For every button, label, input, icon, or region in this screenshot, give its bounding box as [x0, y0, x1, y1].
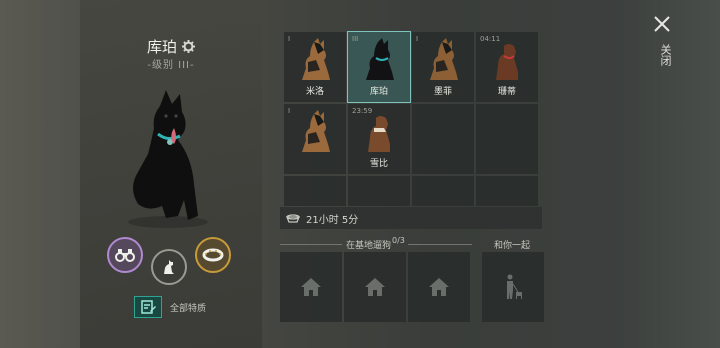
- dog-slot[interactable]: I 米洛: [284, 32, 346, 102]
- dog-slot-name: 墨菲: [433, 87, 452, 97]
- dog-slot[interactable]: 04:11 珊蒂: [476, 32, 538, 102]
- base-walk-label: 在基地遛狗: [346, 241, 392, 251]
- all-traits-row[interactable]: 全部特质: [134, 296, 206, 318]
- house-icon: [365, 278, 385, 296]
- dog-food-timer-bar: 21小时 5分: [280, 207, 542, 229]
- base-walk-count: 0/3: [392, 236, 405, 245]
- black-dog-icon: [366, 38, 394, 80]
- dog-command-button[interactable]: [151, 249, 187, 285]
- shepherd-dog-icon: [430, 38, 458, 80]
- dog-portrait: [128, 90, 208, 228]
- close-button[interactable]: [652, 14, 676, 38]
- base-walk-slot[interactable]: [344, 252, 406, 322]
- dog-slot-name: 米洛: [305, 87, 324, 97]
- document-edit-icon: [141, 300, 156, 314]
- brown-dog-icon: [368, 116, 390, 152]
- binoculars-icon: [115, 249, 135, 262]
- house-icon: [429, 278, 449, 296]
- dog-name-row: 库珀: [80, 36, 262, 57]
- close-label[interactable]: 关闭: [657, 44, 673, 66]
- binoculars-button[interactable]: [107, 237, 143, 273]
- house-icon: [301, 278, 321, 296]
- sitting-dog-icon: [164, 260, 174, 274]
- empty-dog-slot: [284, 176, 346, 206]
- dog-name: 库珀: [146, 38, 177, 56]
- dog-slot[interactable]: I: [284, 104, 346, 174]
- empty-dog-slot: [348, 176, 410, 206]
- with-you-label: 和你一起: [494, 241, 531, 251]
- right-background-band: [560, 0, 640, 348]
- brown-dog-icon: [496, 44, 518, 80]
- dog-slot-name: 库珀: [369, 87, 388, 97]
- close-icon[interactable]: [652, 14, 672, 34]
- timer-text: 21小时 5分: [306, 214, 359, 226]
- section-divider: [408, 244, 472, 245]
- section-divider: [280, 244, 342, 245]
- empty-dog-slot: [412, 104, 474, 174]
- dog-slot[interactable]: I 墨菲: [412, 32, 474, 102]
- gear-icon[interactable]: [182, 40, 195, 53]
- slot-tag: I: [416, 35, 419, 43]
- all-traits-label: 全部特质: [170, 303, 207, 314]
- traits-icon[interactable]: [134, 296, 162, 318]
- with-you-slot[interactable]: [482, 252, 544, 322]
- collar-button[interactable]: [195, 237, 231, 273]
- base-walk-slot[interactable]: [280, 252, 342, 322]
- empty-dog-slot: [476, 104, 538, 174]
- dog-detail-panel: 库珀 -级别 III- 全部特质: [80, 0, 262, 348]
- empty-dog-slot: [412, 176, 474, 206]
- dog-slot-selected[interactable]: III 库珀: [347, 31, 411, 103]
- dog-slot-name: 雪比: [369, 159, 388, 169]
- collar-icon: [202, 248, 224, 262]
- dog-slot[interactable]: 23:59 雪比: [348, 104, 410, 174]
- base-walk-slot[interactable]: [408, 252, 470, 322]
- shepherd-dog-icon: [302, 38, 330, 80]
- dog-slot-name: 珊蒂: [497, 87, 516, 97]
- dog-level: -级别 III-: [147, 60, 195, 71]
- shepherd-dog-icon: [302, 110, 330, 152]
- empty-dog-slot: [476, 176, 538, 206]
- slot-tag: I: [288, 107, 291, 115]
- dog-bowl-icon: [286, 214, 300, 223]
- person-with-dog-icon: [507, 274, 522, 299]
- slot-tag: I: [288, 35, 291, 43]
